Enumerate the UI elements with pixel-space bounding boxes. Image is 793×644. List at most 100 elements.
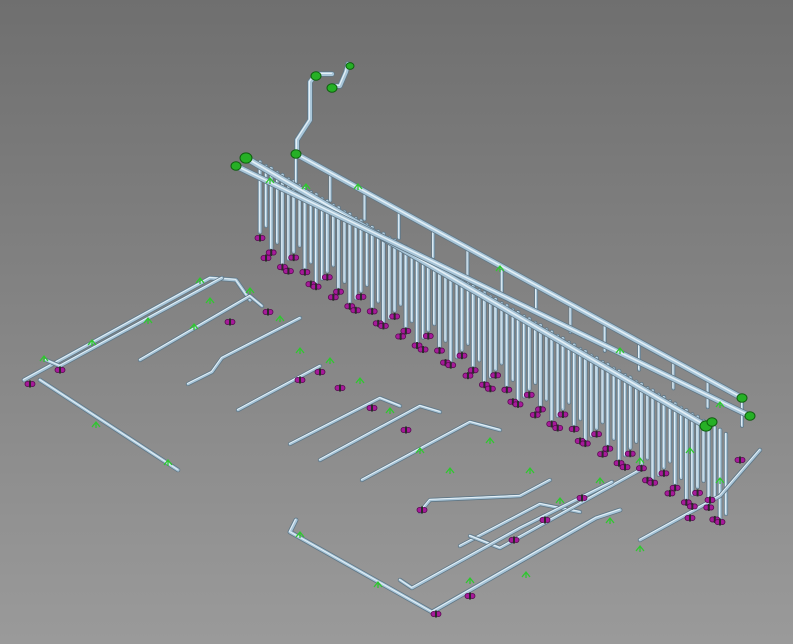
flange[interactable] xyxy=(345,62,355,70)
flange[interactable] xyxy=(706,417,718,427)
valve[interactable] xyxy=(327,293,339,301)
drop-pipe[interactable] xyxy=(488,294,493,379)
drop-pipe[interactable] xyxy=(571,342,577,428)
valve[interactable] xyxy=(552,424,564,432)
drop-pipe[interactable] xyxy=(257,159,263,235)
valve[interactable] xyxy=(389,312,401,320)
drop-pipe[interactable] xyxy=(583,349,588,444)
valve[interactable] xyxy=(539,516,551,524)
drop-pipe[interactable] xyxy=(533,320,538,385)
drop-pipe[interactable] xyxy=(526,316,532,392)
valve[interactable] xyxy=(568,425,580,433)
valve[interactable] xyxy=(619,463,631,471)
drop-pipe[interactable] xyxy=(369,225,375,310)
drop-pipe[interactable] xyxy=(381,231,386,327)
valve[interactable] xyxy=(686,502,698,510)
valve[interactable] xyxy=(417,346,429,354)
valve[interactable] xyxy=(647,479,659,487)
valve[interactable] xyxy=(400,426,412,434)
drop-pipe[interactable] xyxy=(437,264,442,349)
valve[interactable] xyxy=(265,249,277,257)
valve[interactable] xyxy=(579,440,591,448)
drop-pipe[interactable] xyxy=(605,362,611,447)
flange[interactable] xyxy=(736,393,748,403)
drop-pipe[interactable] xyxy=(695,414,700,490)
drop-pipe[interactable] xyxy=(521,314,527,399)
valve[interactable] xyxy=(299,268,311,276)
valve[interactable] xyxy=(669,484,681,492)
valve[interactable] xyxy=(430,610,442,618)
valve[interactable] xyxy=(288,254,300,262)
valve[interactable] xyxy=(54,366,66,374)
piping-model-scene[interactable] xyxy=(0,0,793,644)
drop-pipe[interactable] xyxy=(690,412,695,497)
valve[interactable] xyxy=(591,430,602,438)
drop-pipe[interactable] xyxy=(684,408,689,503)
valve[interactable] xyxy=(333,288,344,296)
drop-pipe[interactable] xyxy=(538,323,543,408)
valve[interactable] xyxy=(490,371,502,379)
valve[interactable] xyxy=(294,376,306,384)
drop-pipe[interactable] xyxy=(414,251,420,346)
drop-pipe[interactable] xyxy=(403,244,409,330)
flange[interactable] xyxy=(230,161,242,171)
drop-pipe[interactable] xyxy=(706,421,712,506)
drop-pipe[interactable] xyxy=(555,333,560,419)
valve[interactable] xyxy=(576,494,588,502)
drop-pipe[interactable] xyxy=(482,290,487,386)
valve[interactable] xyxy=(260,254,272,262)
drop-pipe[interactable] xyxy=(358,218,364,294)
drop-pipe[interactable] xyxy=(627,375,633,451)
valve[interactable] xyxy=(602,445,614,453)
valve[interactable] xyxy=(224,318,236,326)
valve[interactable] xyxy=(664,489,676,497)
valve[interactable] xyxy=(484,385,496,393)
valve[interactable] xyxy=(529,411,541,419)
drop-pipe[interactable] xyxy=(432,261,437,327)
drop-pipe[interactable] xyxy=(723,431,729,517)
valve[interactable] xyxy=(684,514,696,522)
drop-pipe[interactable] xyxy=(712,425,717,500)
drop-pipe[interactable] xyxy=(515,310,521,405)
flange[interactable] xyxy=(239,152,253,164)
valve[interactable] xyxy=(24,380,36,388)
drop-pipe[interactable] xyxy=(650,388,655,484)
drop-pipe[interactable] xyxy=(409,248,414,324)
drop-pipe[interactable] xyxy=(263,163,269,229)
drop-pipe[interactable] xyxy=(392,238,397,313)
valve[interactable] xyxy=(434,347,445,355)
valve[interactable] xyxy=(597,450,608,458)
valve[interactable] xyxy=(501,386,513,394)
drop-pipe[interactable] xyxy=(639,381,644,467)
valve[interactable] xyxy=(704,496,716,504)
valve[interactable] xyxy=(714,518,726,526)
flange[interactable] xyxy=(290,149,302,159)
valve[interactable] xyxy=(535,405,546,413)
valve[interactable] xyxy=(422,332,434,340)
drop-pipe[interactable] xyxy=(353,216,358,301)
valve[interactable] xyxy=(366,404,378,412)
flange[interactable] xyxy=(326,83,338,93)
valve[interactable] xyxy=(254,234,266,242)
drop-pipe[interactable] xyxy=(622,373,628,458)
valve[interactable] xyxy=(334,384,346,392)
drop-pipe[interactable] xyxy=(398,242,403,307)
3d-model-viewport[interactable] xyxy=(0,0,793,644)
drop-pipe[interactable] xyxy=(504,303,510,389)
drop-pipe[interactable] xyxy=(376,229,381,304)
valve[interactable] xyxy=(321,273,333,281)
valve[interactable] xyxy=(734,456,746,464)
drop-pipe[interactable] xyxy=(347,211,353,307)
drop-pipe[interactable] xyxy=(667,399,673,464)
valve[interactable] xyxy=(445,361,457,369)
drop-pipe[interactable] xyxy=(465,281,471,346)
valve[interactable] xyxy=(366,307,378,315)
drop-pipe[interactable] xyxy=(477,288,482,363)
drop-pipe[interactable] xyxy=(672,401,678,487)
drop-pipe[interactable] xyxy=(679,405,684,480)
valve[interactable] xyxy=(314,368,326,376)
drop-pipe[interactable] xyxy=(594,355,599,431)
valve[interactable] xyxy=(355,293,367,301)
valve[interactable] xyxy=(557,410,569,418)
drop-pipe[interactable] xyxy=(470,283,476,369)
